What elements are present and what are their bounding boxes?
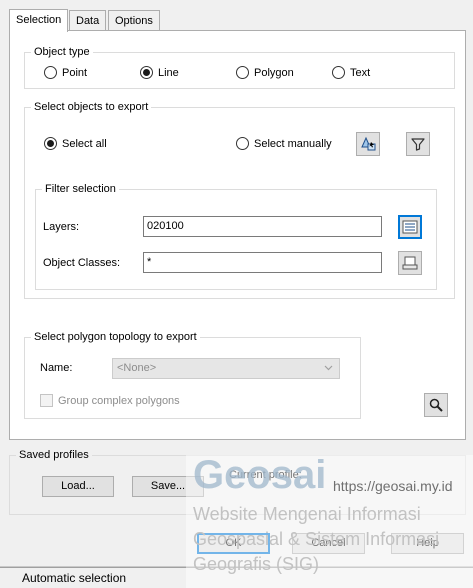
filter-selection-title: Filter selection [42, 183, 119, 196]
select-objects-group: Select objects to export Select all Sele… [24, 101, 455, 299]
radio-text-indicator[interactable] [332, 66, 345, 79]
radio-line[interactable]: Line [140, 66, 179, 79]
saved-profiles-group: Saved profiles Load... Save... Current p… [9, 449, 466, 515]
object-classes-icon [402, 256, 418, 270]
radio-select-all[interactable]: Select all [44, 137, 107, 150]
radio-point-indicator[interactable] [44, 66, 57, 79]
topology-name-value: <None> [117, 362, 157, 374]
radio-polygon[interactable]: Polygon [236, 66, 294, 79]
object-classes-input[interactable]: * [143, 252, 382, 273]
status-text: Automatic selection [22, 571, 127, 585]
tab-selection[interactable]: Selection [9, 9, 69, 32]
zoom-button[interactable] [424, 393, 448, 417]
tab-options-label: Options [115, 15, 153, 27]
saved-profiles-title: Saved profiles [16, 449, 92, 462]
funnel-icon [411, 138, 425, 151]
select-objects-map-button[interactable] [356, 132, 380, 156]
radio-point-label: Point [62, 66, 88, 79]
topology-group: Select polygon topology to export Name: … [24, 331, 361, 419]
radio-select-all-indicator[interactable] [44, 137, 57, 150]
select-objects-title: Select objects to export [31, 101, 152, 114]
load-profile-button[interactable]: Load... [42, 476, 114, 497]
object-classes-label: Object Classes: [43, 257, 121, 269]
select-shapes-icon [361, 136, 376, 151]
layers-input[interactable]: 020100 [143, 216, 382, 237]
topology-name-label: Name: [40, 362, 73, 374]
filter-selection-group: Filter selection Layers: 020100 Object C… [35, 183, 437, 290]
current-profile-label: Current profile: [229, 469, 302, 481]
radio-line-indicator[interactable] [140, 66, 153, 79]
status-divider [0, 567, 473, 568]
chevron-down-icon [324, 365, 333, 371]
filter-button[interactable] [406, 132, 430, 156]
save-profile-button[interactable]: Save... [132, 476, 204, 497]
object-classes-browse-button[interactable] [398, 251, 422, 275]
layers-browse-button[interactable] [398, 215, 422, 239]
radio-text[interactable]: Text [332, 66, 370, 79]
help-button[interactable]: Help [391, 533, 464, 554]
radio-select-manually[interactable]: Select manually [236, 137, 332, 150]
radio-line-label: Line [158, 66, 179, 79]
radio-polygon-label: Polygon [254, 66, 294, 79]
tab-selection-label: Selection [16, 14, 62, 26]
group-complex-polygons-box[interactable] [40, 394, 53, 407]
selection-panel: Object type Point Line Polygon Text Sele… [9, 30, 466, 440]
object-type-group: Object type Point Line Polygon Text [24, 46, 455, 89]
topology-title: Select polygon topology to export [31, 331, 200, 344]
magnifier-icon [429, 398, 443, 412]
tab-options[interactable]: Options [108, 10, 160, 31]
group-complex-polygons-checkbox[interactable]: Group complex polygons [40, 394, 180, 407]
group-complex-polygons-label: Group complex polygons [58, 394, 180, 407]
radio-polygon-indicator[interactable] [236, 66, 249, 79]
topology-name-select[interactable]: <None> [112, 358, 340, 379]
radio-text-label: Text [350, 66, 371, 79]
object-type-title: Object type [31, 46, 93, 59]
radio-point[interactable]: Point [44, 66, 87, 79]
radio-select-manually-indicator[interactable] [236, 137, 249, 150]
layers-label: Layers: [43, 221, 80, 233]
tab-data-label: Data [76, 15, 100, 27]
cancel-button[interactable]: Cancel [292, 533, 365, 554]
status-bar: Automatic selection [0, 566, 473, 588]
ok-button[interactable]: OK [197, 533, 270, 554]
tab-data[interactable]: Data [69, 10, 107, 31]
radio-select-all-label: Select all [62, 137, 107, 150]
layers-icon [402, 220, 418, 234]
radio-select-manually-label: Select manually [254, 137, 332, 150]
